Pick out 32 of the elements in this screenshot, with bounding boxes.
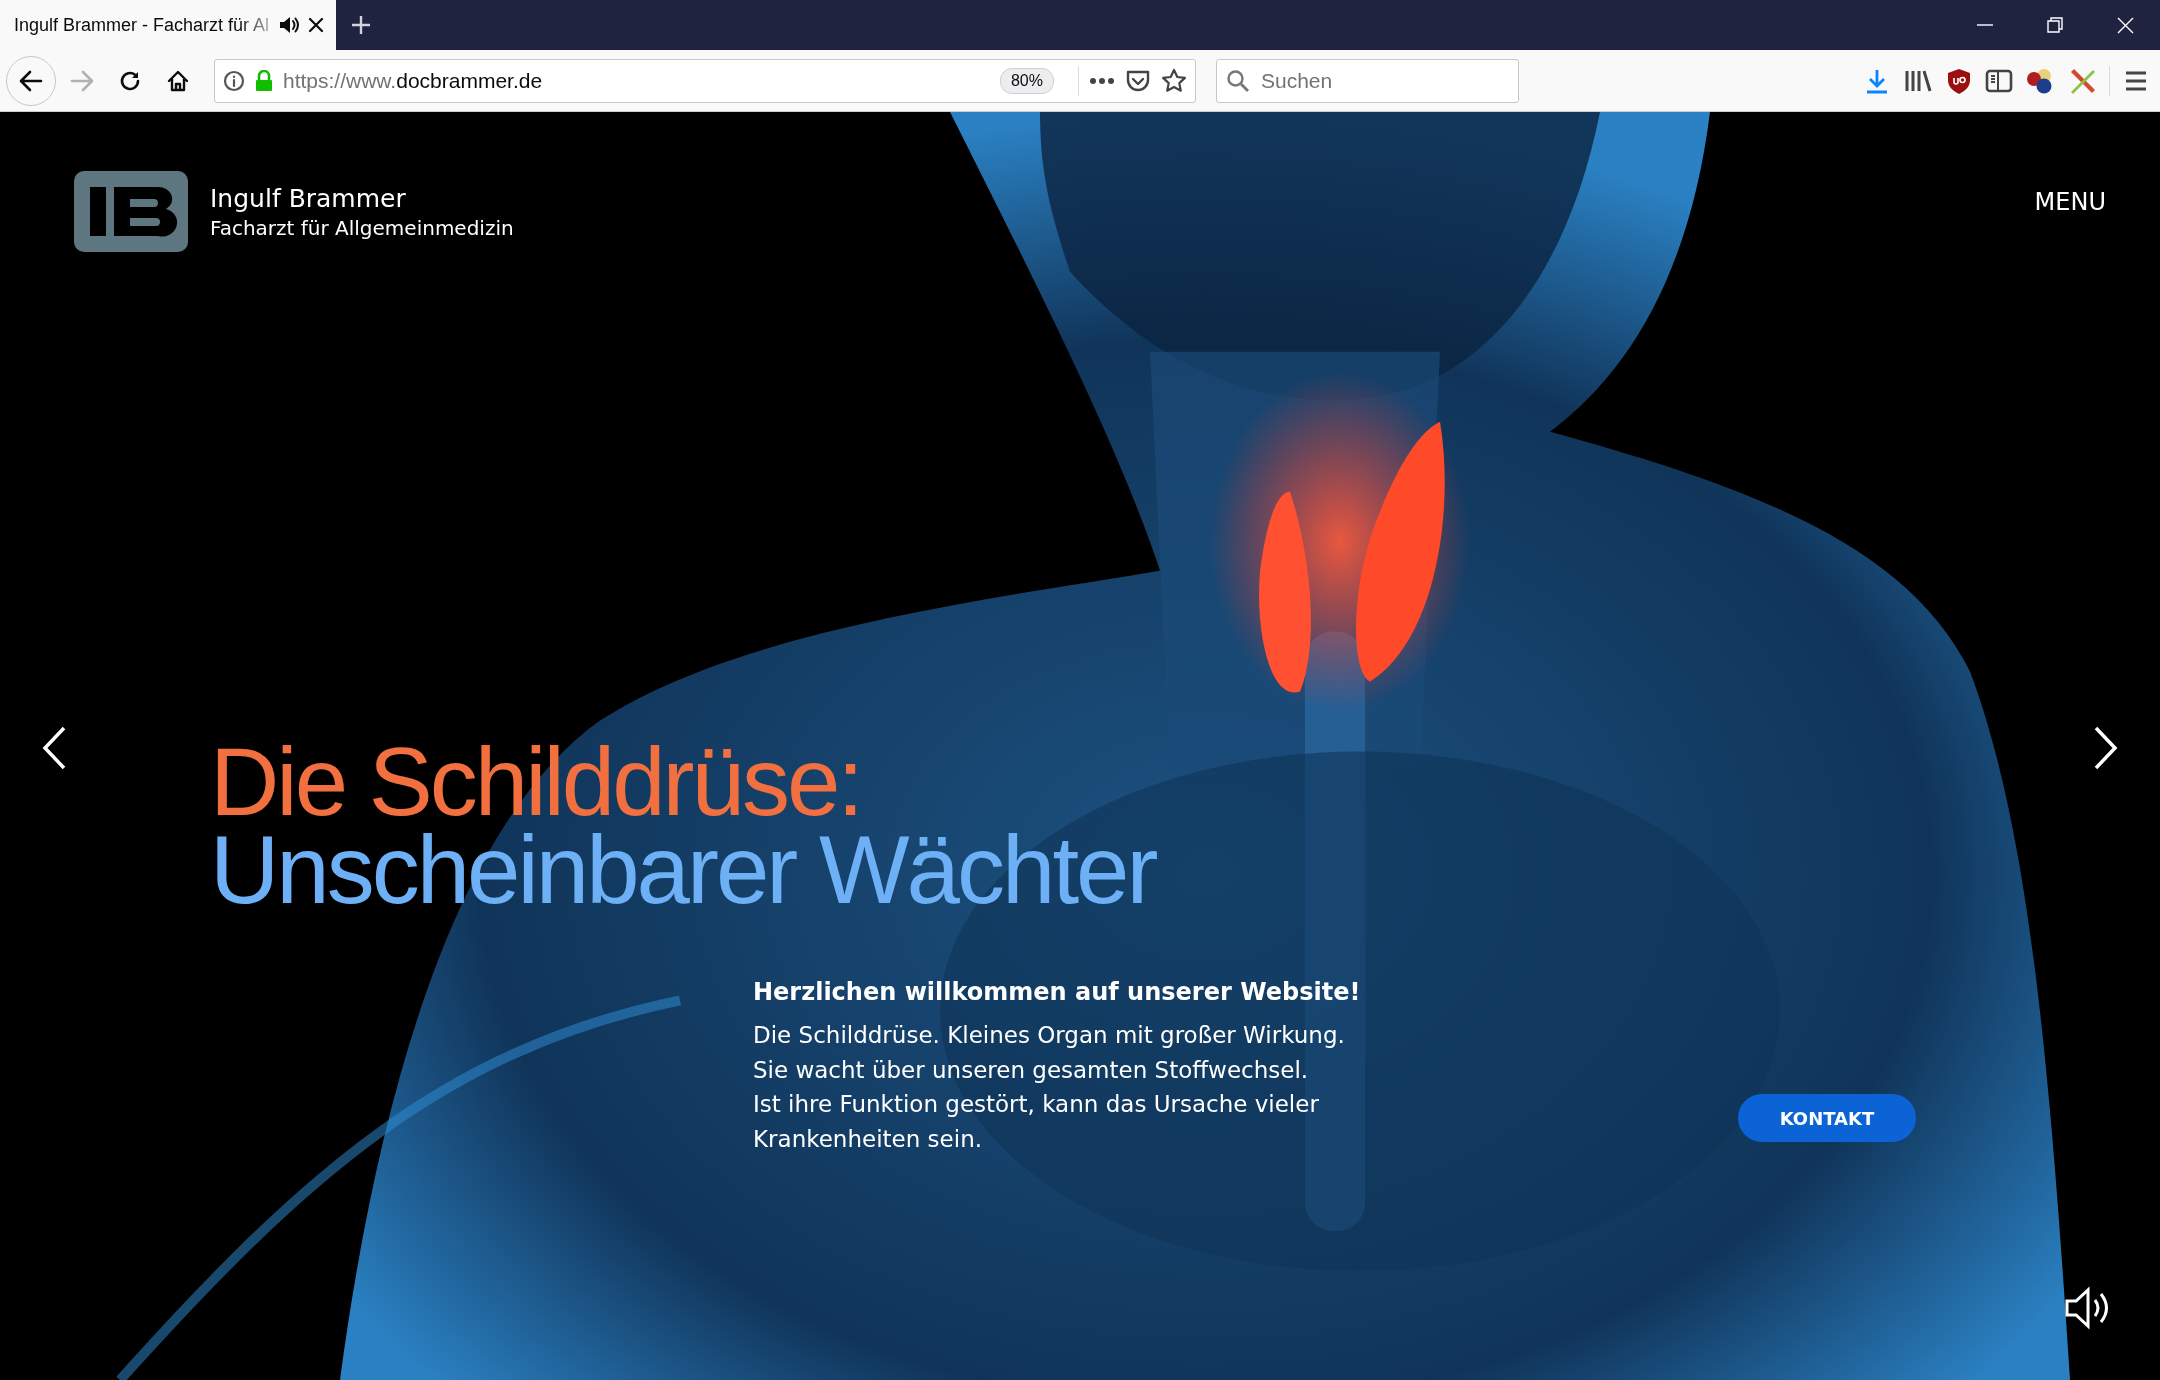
welcome-text: Ist ihre Funktion gestört, kann das Ursache vieler — [753, 1090, 1319, 1119]
welcome-text: Die Schilddrüse. Kleines Organ mit großer Wirkung. — [753, 1021, 1345, 1050]
search-icon — [1226, 68, 1250, 93]
headline: Die Schilddrüse: — [210, 738, 861, 826]
shield-icon[interactable] — [1945, 66, 1973, 95]
pocket-icon[interactable] — [1125, 68, 1151, 93]
back-arrow-icon — [19, 69, 43, 92]
logo-icon[interactable] — [74, 171, 188, 252]
home-icon — [166, 68, 190, 93]
browser-tab[interactable]: Ingulf Brammer - Facharzt für Al — [0, 0, 336, 50]
contact-button[interactable]: KONTAKT — [1738, 1094, 1916, 1142]
restore-icon[interactable] — [2047, 17, 2063, 33]
forward-arrow-icon — [70, 69, 94, 92]
welcome-title: Herzlichen willkommen auf unserer Website! — [753, 977, 1362, 1008]
info-icon[interactable] — [223, 69, 245, 92]
zoom-level[interactable]: 80% — [999, 67, 1054, 94]
star-icon[interactable] — [1161, 67, 1187, 94]
close-icon[interactable] — [308, 17, 324, 33]
site-name: Ingulf Brammer — [210, 182, 407, 215]
more-icon[interactable] — [1089, 76, 1115, 85]
menu-link[interactable]: MENU — [2034, 187, 2106, 216]
welcome-text: Sie wacht über unseren gesamten Stoffwechsel. — [753, 1055, 1309, 1085]
plus-icon[interactable] — [350, 14, 372, 36]
sidebar-icon[interactable] — [1985, 67, 2013, 94]
welcome-text: Krankenheiten sein. — [753, 1124, 983, 1154]
site-subtitle: Facharzt für Allgemeinmedizin — [210, 214, 514, 241]
search-field[interactable]: Suchen — [1216, 58, 1519, 103]
lock-icon[interactable] — [255, 69, 273, 92]
address-bar[interactable]: https://www.docbrammer.de 80% — [214, 58, 1196, 103]
tab-title: Ingulf Brammer - Facharzt für Al — [14, 14, 270, 36]
speaker-icon[interactable] — [278, 15, 300, 35]
url-text: https://www.docbrammer.de — [283, 68, 544, 93]
